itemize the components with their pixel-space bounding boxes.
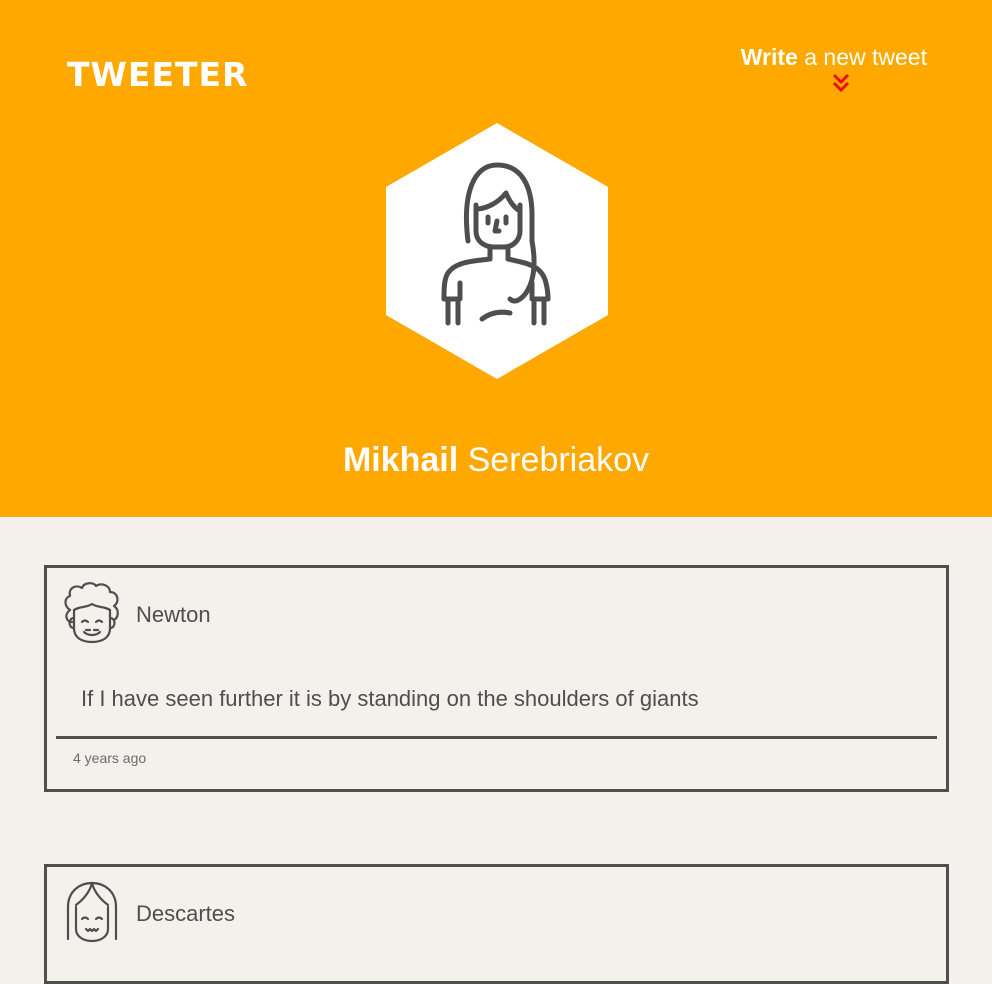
profile-first-name: Mikhail bbox=[342, 441, 459, 479]
tweet-author[interactable]: Newton bbox=[136, 602, 211, 628]
app-logo[interactable]: TWEETER bbox=[67, 58, 248, 91]
profile-last-name: Serebriakov bbox=[458, 441, 650, 479]
write-label-strong: Write bbox=[740, 44, 798, 70]
write-label-rest: a new tweet bbox=[797, 44, 927, 70]
tweet-author[interactable]: Descartes bbox=[136, 901, 235, 927]
tweet-card: Newton If I have seen further it is by s… bbox=[44, 565, 949, 792]
profile-header: TWEETER Write a new tweet Mikhail Serebr… bbox=[0, 0, 992, 517]
curly-hair-man-avatar-icon bbox=[64, 582, 119, 644]
profile-name: Mikhail Serebriakov bbox=[0, 440, 992, 481]
long-hair-man-avatar-icon bbox=[66, 881, 118, 943]
tweet-text: If I have seen further it is by standing… bbox=[81, 686, 699, 711]
tweet-timestamp: 4 years ago bbox=[73, 750, 147, 766]
tweet-card: Descartes bbox=[44, 864, 949, 984]
woman-avatar-icon bbox=[386, 123, 608, 379]
double-chevron-down-icon[interactable] bbox=[832, 73, 850, 93]
tweet-divider bbox=[56, 736, 937, 739]
write-new-tweet-link[interactable]: Write a new tweet bbox=[741, 44, 927, 93]
